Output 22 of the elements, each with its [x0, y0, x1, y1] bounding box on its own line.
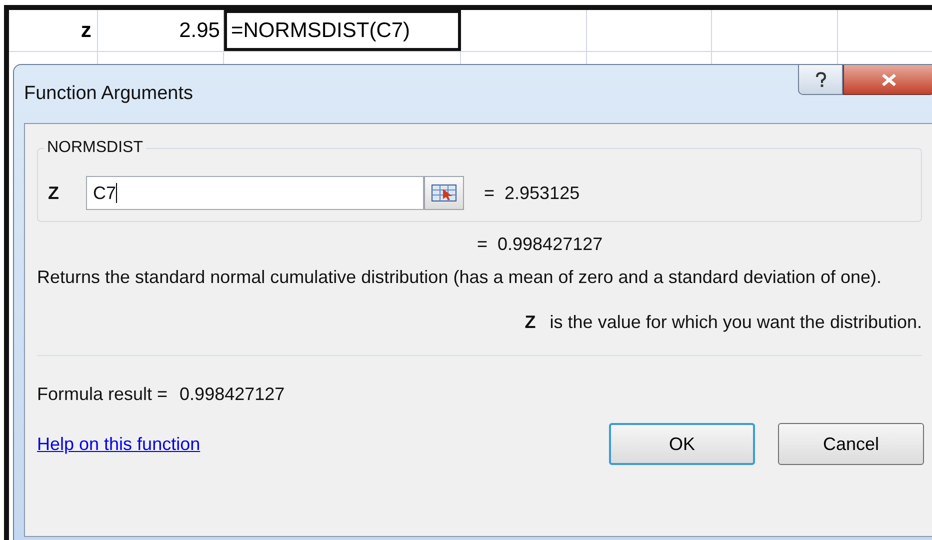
result-value: = 0.998427127: [477, 234, 603, 254]
question-icon: [814, 72, 828, 88]
argument-name: Z: [524, 312, 536, 332]
argument-help-text: is the value for which you want the distribution.: [550, 312, 922, 332]
close-icon: [881, 74, 897, 86]
table-cell[interactable]: z: [9, 10, 98, 51]
argument-field[interactable]: C7: [86, 176, 424, 210]
help-link[interactable]: Help on this function: [37, 434, 200, 454]
table-cell[interactable]: =NORMSDIST(C7): [224, 10, 462, 51]
window-title: Function Arguments: [24, 83, 193, 105]
formula-result-label: Formula result =: [37, 384, 168, 404]
close-button[interactable]: [843, 65, 932, 95]
description-text: Returns the standard normal cumulative distribution (has a mean of zero and a standard deviation of one).: [37, 266, 882, 289]
argument-name: Z: [48, 182, 60, 204]
help-button[interactable]: [798, 65, 843, 95]
dialog-button[interactable]: Cancel: [778, 423, 924, 465]
range-select-icon: [431, 184, 457, 202]
dialog-button[interactable]: OK: [609, 423, 755, 465]
collapse-button[interactable]: [424, 176, 464, 210]
table-cell[interactable]: 2.95: [98, 10, 224, 51]
formula-result-value: 0.998427127: [180, 384, 285, 404]
argument-value: = 2.953125: [484, 182, 580, 204]
